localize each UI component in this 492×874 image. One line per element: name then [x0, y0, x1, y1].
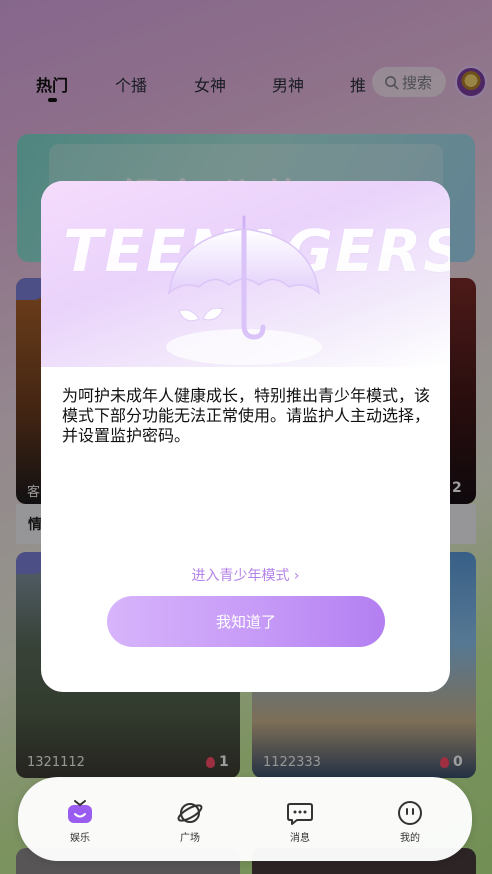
bottom-nav: 娱乐 广场 消息 我的	[18, 777, 472, 861]
planet-icon	[177, 803, 203, 823]
nav-item-messages[interactable]: 消息	[270, 799, 330, 844]
face-icon	[398, 801, 422, 825]
enter-teen-mode-link[interactable]: 进入青少年模式 ›	[41, 565, 450, 585]
nav-label: 我的	[400, 833, 420, 844]
nav-label: 消息	[290, 833, 310, 844]
nav-label: 娱乐	[70, 833, 90, 844]
got-it-label: 我知道了	[215, 613, 276, 631]
teen-link-label: 进入青少年模式	[191, 568, 290, 584]
nav-item-square[interactable]: 广场	[160, 799, 220, 844]
teen-mode-dialog: TEENAGERS 为呵护未成年人健康成长，特别推出青少年模式，该模式下部分功能…	[41, 181, 450, 692]
chevron-right-icon: ›	[293, 568, 300, 584]
tv-icon	[68, 800, 92, 823]
dialog-hero: TEENAGERS	[41, 181, 450, 367]
nav-label: 广场	[180, 833, 200, 844]
nav-item-entertainment[interactable]: 娱乐	[50, 799, 110, 844]
umbrella-icon	[166, 215, 322, 365]
dialog-message: 为呵护未成年人健康成长，特别推出青少年模式，该模式下部分功能无法正常使用。请监护…	[62, 386, 431, 445]
got-it-button[interactable]: 我知道了	[107, 596, 385, 647]
chat-bubble-icon	[287, 803, 313, 825]
nav-item-mine[interactable]: 我的	[380, 799, 440, 844]
